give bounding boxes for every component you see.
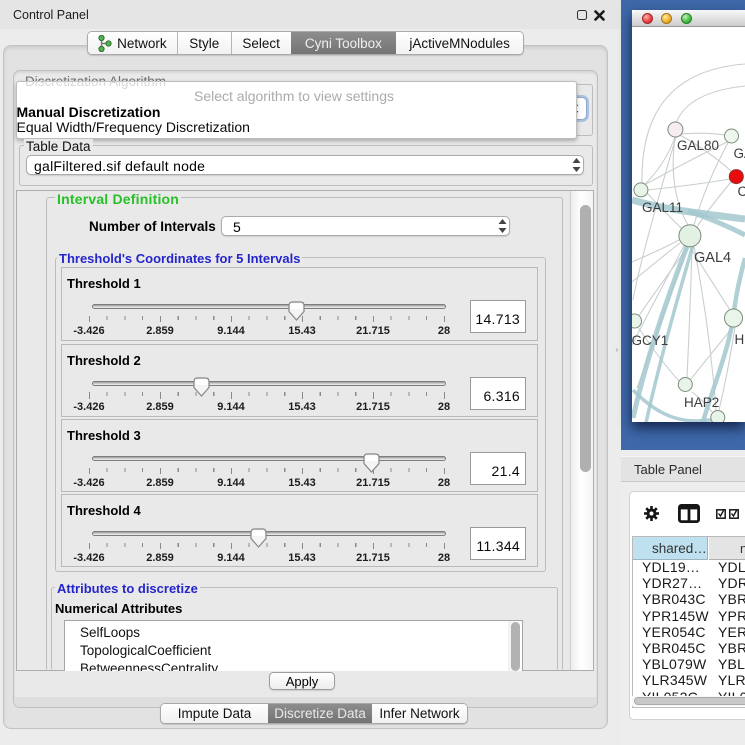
svg-text:GAL4: GAL4 (694, 250, 731, 266)
svg-text:GAL11: GAL11 (642, 200, 683, 215)
svg-text:GAL80: GAL80 (677, 138, 719, 153)
svg-text:H: H (735, 332, 745, 347)
svg-text:HAP2: HAP2 (684, 395, 719, 410)
svg-text:C: C (738, 184, 745, 199)
svg-text:GA: GA (734, 146, 745, 161)
svg-text:GCY1: GCY1 (632, 333, 668, 348)
